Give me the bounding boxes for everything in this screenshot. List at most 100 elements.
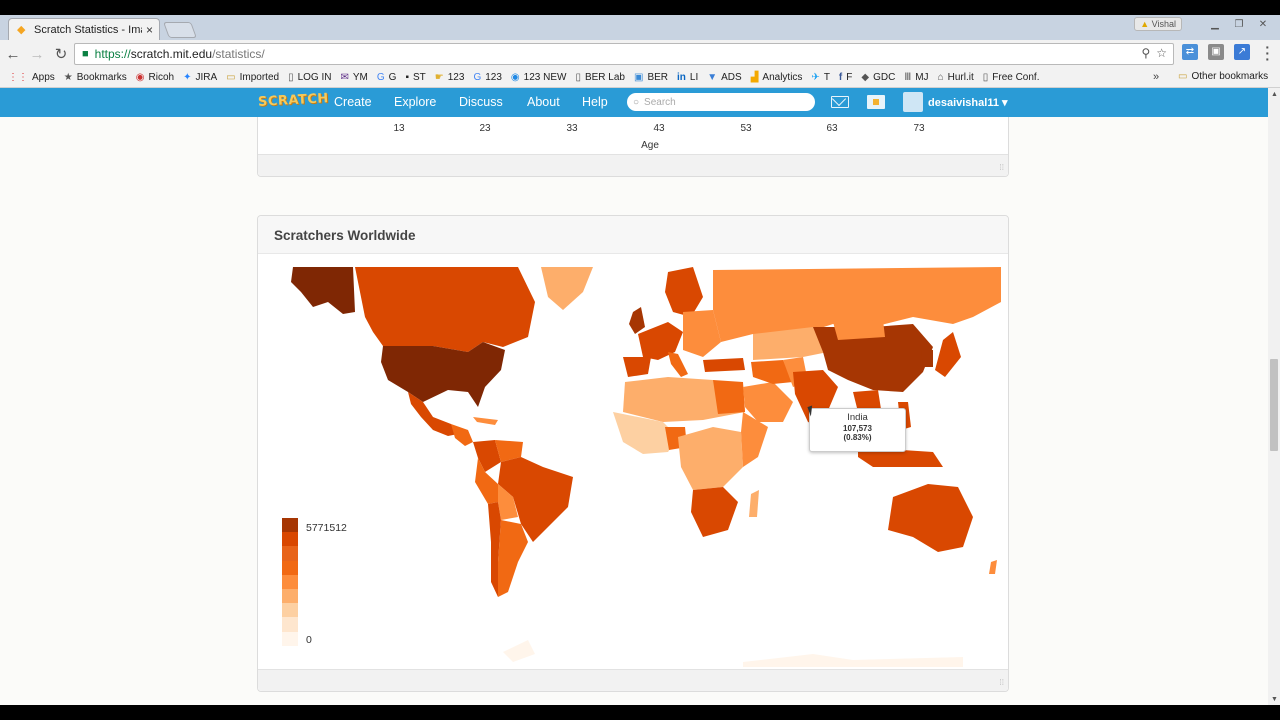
bookmark-123-google[interactable]: G 123 <box>473 72 501 83</box>
search-input[interactable]: ○ Search <box>627 93 815 111</box>
bookmark-label: G <box>388 72 397 83</box>
bookmark-jira[interactable]: ✦ JIRA <box>183 72 217 83</box>
close-tab-icon[interactable]: × <box>146 23 153 37</box>
nav-about[interactable]: About <box>527 95 560 109</box>
age-tick: 43 <box>653 123 665 134</box>
search-placeholder: Search <box>644 96 676 108</box>
age-tick: 73 <box>913 123 925 134</box>
scroll-up-arrow-icon[interactable]: ▲ <box>1271 91 1278 98</box>
scroll-down-arrow-icon[interactable]: ▼ <box>1271 696 1278 703</box>
map-tooltip: India 107,573 (0.83%) <box>809 408 906 452</box>
search-icon: ○ <box>633 96 640 108</box>
bookmark-123-new[interactable]: ◉ 123 NEW <box>511 72 567 83</box>
nav-create[interactable]: Create <box>334 95 372 109</box>
legend-min-label: 0 <box>306 634 312 646</box>
bookmarks-bar: ⋮⋮ Apps ★ Bookmarks ◉ Ricoh ✦ JIRA ▭ Imported… <box>0 68 1280 88</box>
bookmark-bookmarks[interactable]: ★ Bookmarks <box>64 72 127 83</box>
scratch-favicon-icon: ◆ <box>17 23 26 36</box>
scratch-logo[interactable]: SCRATCH <box>258 91 329 110</box>
nav-explore[interactable]: Explore <box>394 95 436 109</box>
legend-swatch <box>282 532 298 547</box>
minimize-icon[interactable]: ▁ <box>1206 19 1224 30</box>
st-icon: ▪ <box>405 72 409 83</box>
nav-discuss[interactable]: Discuss <box>459 95 503 109</box>
star-icon: ★ <box>63 72 73 83</box>
bookmark-label: T <box>823 72 830 83</box>
extension-chart-icon[interactable]: ↗ <box>1234 44 1250 60</box>
legend-swatch <box>282 560 298 575</box>
country-korea[interactable] <box>921 350 933 367</box>
hurl-icon: ⌂ <box>937 72 944 83</box>
bookmark-label: LOG IN <box>297 72 332 83</box>
browser-tab[interactable]: ◆ Scratch Statistics - Imag × <box>8 18 160 40</box>
new-tab-button[interactable] <box>163 22 197 38</box>
bookmark-label: MJ <box>915 72 929 83</box>
bookmark-li[interactable]: in LI <box>677 72 698 83</box>
bookmark-hurl[interactable]: ⌂ Hurl.it <box>938 72 974 83</box>
avatar[interactable] <box>903 92 923 112</box>
worldwide-map-card: Scratchers Worldwide 5771512 0 India 107… <box>257 215 1009 692</box>
pin-icon[interactable]: ⚲ <box>1141 46 1150 60</box>
bookmark-mj[interactable]: Ⅲ MJ <box>904 72 928 83</box>
bookmark-label: Hurl.it <box>947 72 974 83</box>
resize-handle-icon[interactable]: ⁞⁞ <box>1000 163 1004 172</box>
bookmark-label: Free Conf. <box>992 72 1040 83</box>
restore-icon[interactable]: ❐ <box>1230 19 1248 30</box>
world-choropleth-map[interactable] <box>273 262 1001 667</box>
bookmark-ym[interactable]: ✉ YM <box>341 72 368 83</box>
address-bar[interactable]: ■ https://scratch.mit.edu/statistics/ ⚲ … <box>74 43 1174 65</box>
messages-icon[interactable] <box>831 96 849 108</box>
folder-hand-icon: ☛ <box>434 72 444 83</box>
extension-box-icon[interactable]: ▣ <box>1208 44 1224 60</box>
card-footer: ⁞⁞ <box>258 154 1008 176</box>
bookmark-ber-lab[interactable]: ▯ BER Lab <box>575 72 625 83</box>
legend-max-label: 5771512 <box>306 522 347 534</box>
bookmark-label: F <box>846 72 853 83</box>
country-turkey[interactable] <box>703 358 745 372</box>
age-tick: 63 <box>826 123 838 134</box>
chrome-menu-icon[interactable]: · · · <box>1265 40 1270 66</box>
card-footer: ⁞⁞ <box>258 669 1008 691</box>
extension-translate-icon[interactable]: ⇄ <box>1182 44 1198 60</box>
bookmark-twitter[interactable]: ✈ T <box>811 72 830 83</box>
bookmark-gdc[interactable]: ◆ GDC <box>861 72 895 83</box>
more-bookmarks-icon[interactable]: » <box>1153 71 1159 83</box>
bookmark-apps[interactable]: ⋮⋮ Apps <box>8 72 55 83</box>
bookmark-ber[interactable]: ▣ BER <box>634 72 668 83</box>
legend-swatch <box>282 617 298 632</box>
other-bookmarks[interactable]: ▭ Other bookmarks <box>1178 71 1268 82</box>
bookmark-st[interactable]: ▪ ST <box>405 72 425 83</box>
tooltip-value: 107,573 <box>843 424 872 433</box>
lock-icon: ■ <box>82 48 89 60</box>
country-mongolia[interactable] <box>833 320 885 340</box>
bookmark-imported[interactable]: ▭ Imported <box>226 72 279 83</box>
nav-help[interactable]: Help <box>582 95 608 109</box>
bookmark-label: ST <box>413 72 426 83</box>
username-menu[interactable]: desaivishal11 ▾ <box>928 96 1008 109</box>
bookmark-123[interactable]: ☛ 123 <box>435 72 465 83</box>
forward-arrow-icon[interactable]: → <box>26 46 48 63</box>
my-stuff-icon[interactable] <box>867 95 885 109</box>
profile-badge[interactable]: ▲ Vishal <box>1134 17 1182 31</box>
bookmark-icon: ▼ <box>707 72 718 83</box>
url-path: /statistics/ <box>212 47 265 61</box>
reload-icon[interactable]: ↻ <box>50 45 72 63</box>
scrollbar-thumb[interactable] <box>1270 359 1278 451</box>
bookmark-star-icon[interactable]: ☆ <box>1156 46 1167 60</box>
resize-handle-icon[interactable]: ⁞⁞ <box>1000 678 1004 687</box>
page-scrollbar[interactable]: ▲ ▼ <box>1268 88 1280 705</box>
bookmark-analytics[interactable]: ▟ Analytics <box>751 72 803 83</box>
bookmark-ads[interactable]: ▼ ADS <box>707 72 741 83</box>
bookmark-ricoh[interactable]: ◉ Ricoh <box>136 72 174 83</box>
country-egypt[interactable] <box>713 380 745 414</box>
bookmark-facebook[interactable]: fF <box>839 72 852 83</box>
country-canada[interactable] <box>355 267 535 352</box>
tooltip-country: India <box>847 412 868 423</box>
scratch-navbar: SCRATCH Create Explore Discuss About Hel… <box>0 88 1268 117</box>
back-arrow-icon[interactable]: ← <box>2 46 24 63</box>
age-tick: 23 <box>479 123 491 134</box>
close-window-icon[interactable]: ✕ <box>1254 19 1272 30</box>
bookmark-free-conf[interactable]: ▯ Free Conf. <box>983 72 1040 83</box>
bookmark-g[interactable]: GG <box>377 72 397 83</box>
bookmark-login[interactable]: ▯ LOG IN <box>288 72 331 83</box>
